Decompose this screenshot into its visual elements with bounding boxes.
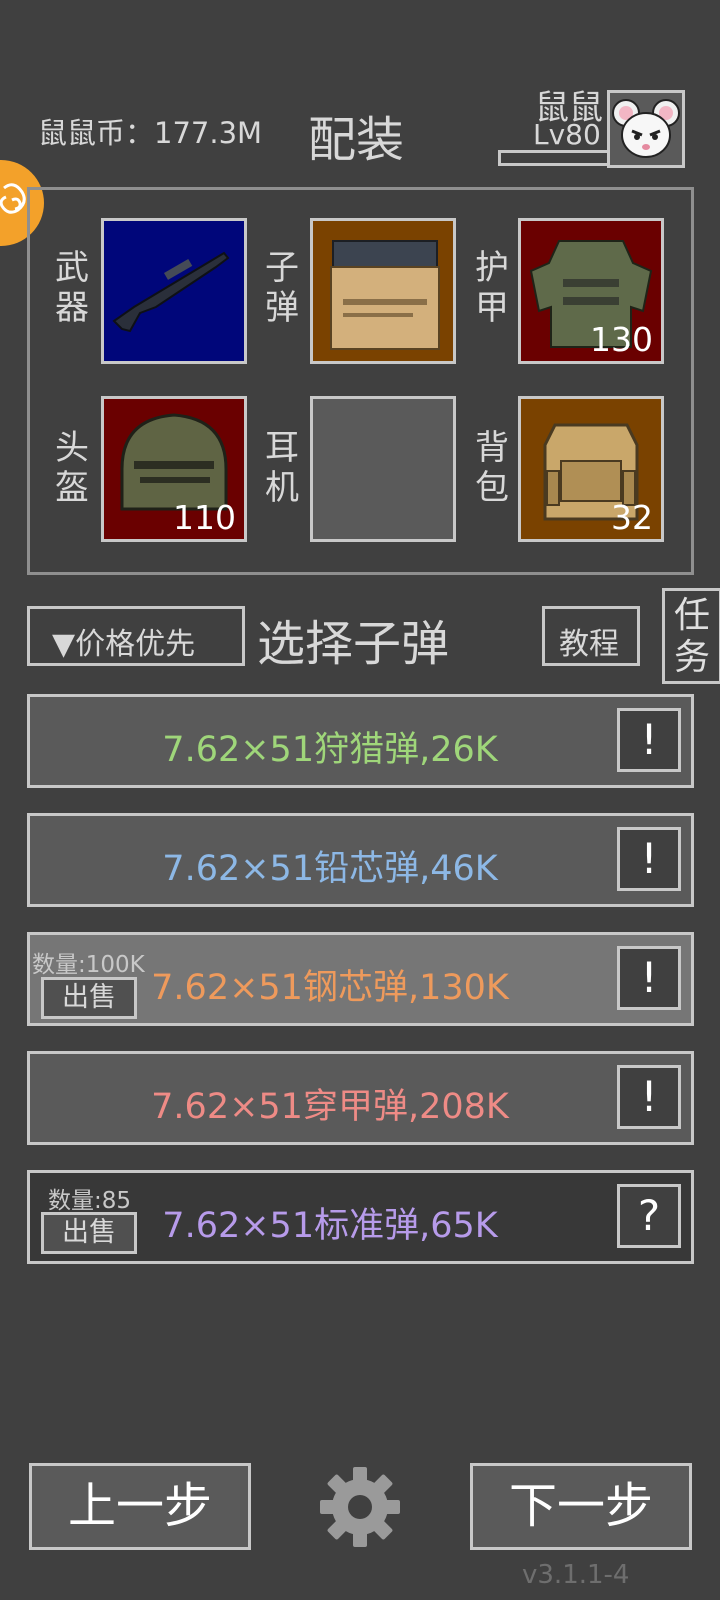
ammo-row[interactable]: 7.62×51铅芯弹,46K ! bbox=[27, 813, 694, 907]
ammo-info-button[interactable]: ! bbox=[617, 1065, 681, 1129]
sort-dropdown[interactable]: ▼价格优先 bbox=[27, 606, 245, 666]
prev-step-button[interactable]: 上一步 bbox=[29, 1463, 251, 1550]
armor-label: 护甲 bbox=[472, 248, 512, 328]
ammo-label: 子弹 bbox=[262, 248, 302, 328]
headset-slot[interactable] bbox=[310, 396, 456, 542]
coin-balance: 鼠鼠币：177.3M bbox=[38, 116, 263, 150]
info-icon: ! bbox=[640, 834, 658, 883]
section-title: 选择子弹 bbox=[257, 616, 450, 672]
backpack-slot[interactable]: 32 bbox=[518, 396, 664, 542]
user-avatar[interactable] bbox=[607, 90, 685, 168]
task-button[interactable]: 任务 bbox=[662, 588, 720, 684]
ammo-name: 7.62×51钢芯弹,130K bbox=[151, 968, 509, 1008]
ammo-name: 7.62×51狩猎弹,26K bbox=[162, 730, 498, 770]
ammo-row-selected[interactable]: 数量:100K 出售 7.62×51钢芯弹,130K ! bbox=[27, 932, 694, 1026]
user-level: Lv80 bbox=[533, 118, 601, 151]
version-label: v3.1.1-4 bbox=[522, 1560, 630, 1590]
helmet-label: 头盔 bbox=[52, 428, 92, 508]
weapon-slot[interactable] bbox=[101, 218, 247, 364]
headset-label: 耳机 bbox=[262, 428, 302, 508]
armor-label-text: 护甲 bbox=[475, 248, 509, 328]
ammo-slot[interactable] bbox=[310, 218, 456, 364]
ammo-name: 7.62×51标准弹,65K bbox=[162, 1206, 498, 1246]
helmet-durability: 110 bbox=[173, 498, 236, 537]
gear-icon bbox=[320, 1467, 400, 1547]
ammo-label-text: 子弹 bbox=[265, 248, 299, 328]
ammo-row[interactable]: 7.62×51狩猎弹,26K ! bbox=[27, 694, 694, 788]
equipment-panel: 武器 子弹 护甲 130 头盔 110 耳机 背包 32 bbox=[27, 187, 694, 575]
armor-slot[interactable]: 130 bbox=[518, 218, 664, 364]
backpack-capacity: 32 bbox=[611, 498, 653, 537]
task-button-label: 任务 bbox=[673, 595, 710, 678]
helmet-label-text: 头盔 bbox=[55, 428, 89, 508]
sort-dropdown-label: ▼价格优先 bbox=[52, 627, 196, 662]
next-step-button[interactable]: 下一步 bbox=[470, 1463, 692, 1550]
level-progress-bar bbox=[498, 150, 610, 166]
settings-button[interactable] bbox=[316, 1463, 404, 1551]
backpack-label: 背包 bbox=[472, 428, 512, 508]
weapon-label: 武器 bbox=[52, 248, 92, 328]
mouse-avatar-icon bbox=[612, 99, 680, 158]
ammo-name: 7.62×51穿甲弹,208K bbox=[151, 1087, 509, 1127]
tutorial-button-label: 教程 bbox=[559, 627, 619, 662]
headset-label-text: 耳机 bbox=[265, 428, 299, 508]
armor-durability: 130 bbox=[590, 320, 653, 359]
ammo-info-button[interactable]: ! bbox=[617, 708, 681, 772]
prev-step-label: 上一步 bbox=[67, 1478, 212, 1534]
info-icon: ! bbox=[640, 1072, 658, 1121]
weapon-label-text: 武器 bbox=[55, 248, 89, 328]
backpack-label-text: 背包 bbox=[475, 428, 509, 508]
helmet-slot[interactable]: 110 bbox=[101, 396, 247, 542]
rifle-icon bbox=[112, 251, 230, 333]
ammo-info-button[interactable]: ! bbox=[617, 827, 681, 891]
ammo-help-button[interactable]: ? bbox=[617, 1184, 681, 1248]
ammo-row[interactable]: 7.62×51穿甲弹,208K ! bbox=[27, 1051, 694, 1145]
help-icon: ? bbox=[637, 1191, 661, 1240]
ammo-name: 7.62×51铅芯弹,46K bbox=[162, 849, 498, 889]
next-step-label: 下一步 bbox=[508, 1478, 653, 1534]
info-icon: ! bbox=[640, 953, 658, 1002]
page-title: 配装 bbox=[308, 112, 405, 168]
ammo-box-icon bbox=[330, 240, 440, 350]
info-icon: ! bbox=[640, 715, 658, 764]
tutorial-button[interactable]: 教程 bbox=[542, 606, 640, 666]
ammo-info-button[interactable]: ! bbox=[617, 946, 681, 1010]
ammo-row[interactable]: 数量:85 出售 7.62×51标准弹,65K ? bbox=[27, 1170, 694, 1264]
